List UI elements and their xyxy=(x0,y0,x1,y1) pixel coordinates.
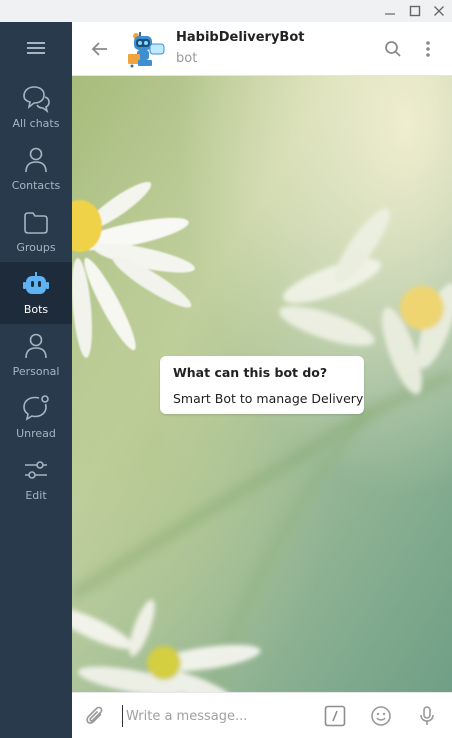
folders-sidebar: All chats Contacts Groups Bots Personal … xyxy=(0,22,72,738)
sidebar-item-label: Personal xyxy=(12,365,60,378)
folder-icon xyxy=(24,212,48,234)
chats-bubble-icon xyxy=(23,86,50,113)
search-icon xyxy=(385,41,401,57)
sidebar-item-personal[interactable]: Personal xyxy=(0,324,72,386)
slash-command-icon xyxy=(324,705,346,727)
emoji-button[interactable] xyxy=(367,702,395,730)
bot-icon xyxy=(23,272,49,294)
voice-record-button[interactable] xyxy=(413,702,441,730)
message-composer xyxy=(72,692,452,738)
sidebar-item-label: Contacts xyxy=(11,179,61,192)
chat-area: What can this bot do? Smart Bot to manag… xyxy=(72,76,452,692)
sidebar-item-all-chats[interactable]: All chats xyxy=(0,76,72,138)
paperclip-icon xyxy=(86,706,103,724)
smiley-icon xyxy=(371,706,391,726)
chat-header: HabibDeliveryBot bot xyxy=(72,22,452,76)
more-vertical-icon xyxy=(426,41,430,57)
sidebar-item-unread[interactable]: Unread xyxy=(0,386,72,448)
maximize-icon xyxy=(409,5,421,17)
bot-avatar[interactable] xyxy=(126,30,166,68)
main-menu-button[interactable] xyxy=(0,22,72,74)
chat-title[interactable]: HabibDeliveryBot xyxy=(176,30,304,45)
sidebar-item-label: All chats xyxy=(12,117,60,130)
microphone-icon xyxy=(420,706,434,725)
sliders-icon xyxy=(25,461,47,479)
bot-info-title: What can this bot do? xyxy=(173,365,328,380)
message-input[interactable] xyxy=(122,705,312,727)
sidebar-item-label: Bots xyxy=(23,303,49,316)
window-titlebar xyxy=(0,0,452,22)
chat-status: bot xyxy=(176,51,198,66)
close-button[interactable] xyxy=(427,0,451,22)
unread-bubble-icon xyxy=(23,395,49,421)
attach-button[interactable] xyxy=(81,702,109,730)
bot-commands-button[interactable] xyxy=(321,702,349,730)
more-options-button[interactable] xyxy=(414,35,442,63)
hamburger-menu-icon xyxy=(27,42,45,54)
close-icon xyxy=(434,6,444,16)
maximize-button[interactable] xyxy=(403,0,427,22)
sidebar-item-label: Groups xyxy=(16,241,56,254)
minimize-icon xyxy=(385,13,395,15)
person-icon xyxy=(25,147,47,173)
sidebar-item-label: Unread xyxy=(16,427,56,440)
arrow-left-icon xyxy=(91,42,107,56)
sidebar-item-groups[interactable]: Groups xyxy=(0,200,72,262)
sidebar-item-contacts[interactable]: Contacts xyxy=(0,138,72,200)
sidebar-item-bots[interactable]: Bots xyxy=(0,262,72,324)
bot-info-card: What can this bot do? Smart Bot to manag… xyxy=(160,356,364,414)
sidebar-item-edit[interactable]: Edit xyxy=(0,448,72,510)
search-button[interactable] xyxy=(379,35,407,63)
person-icon xyxy=(25,333,47,359)
back-button[interactable] xyxy=(86,35,114,63)
minimize-button[interactable] xyxy=(378,0,402,22)
sidebar-item-label: Edit xyxy=(25,489,47,502)
robot-avatar-icon xyxy=(128,32,165,68)
bot-info-description: Smart Bot to manage Delivery xyxy=(173,391,364,406)
telegram-window: All chats Contacts Groups Bots Personal … xyxy=(0,0,452,738)
